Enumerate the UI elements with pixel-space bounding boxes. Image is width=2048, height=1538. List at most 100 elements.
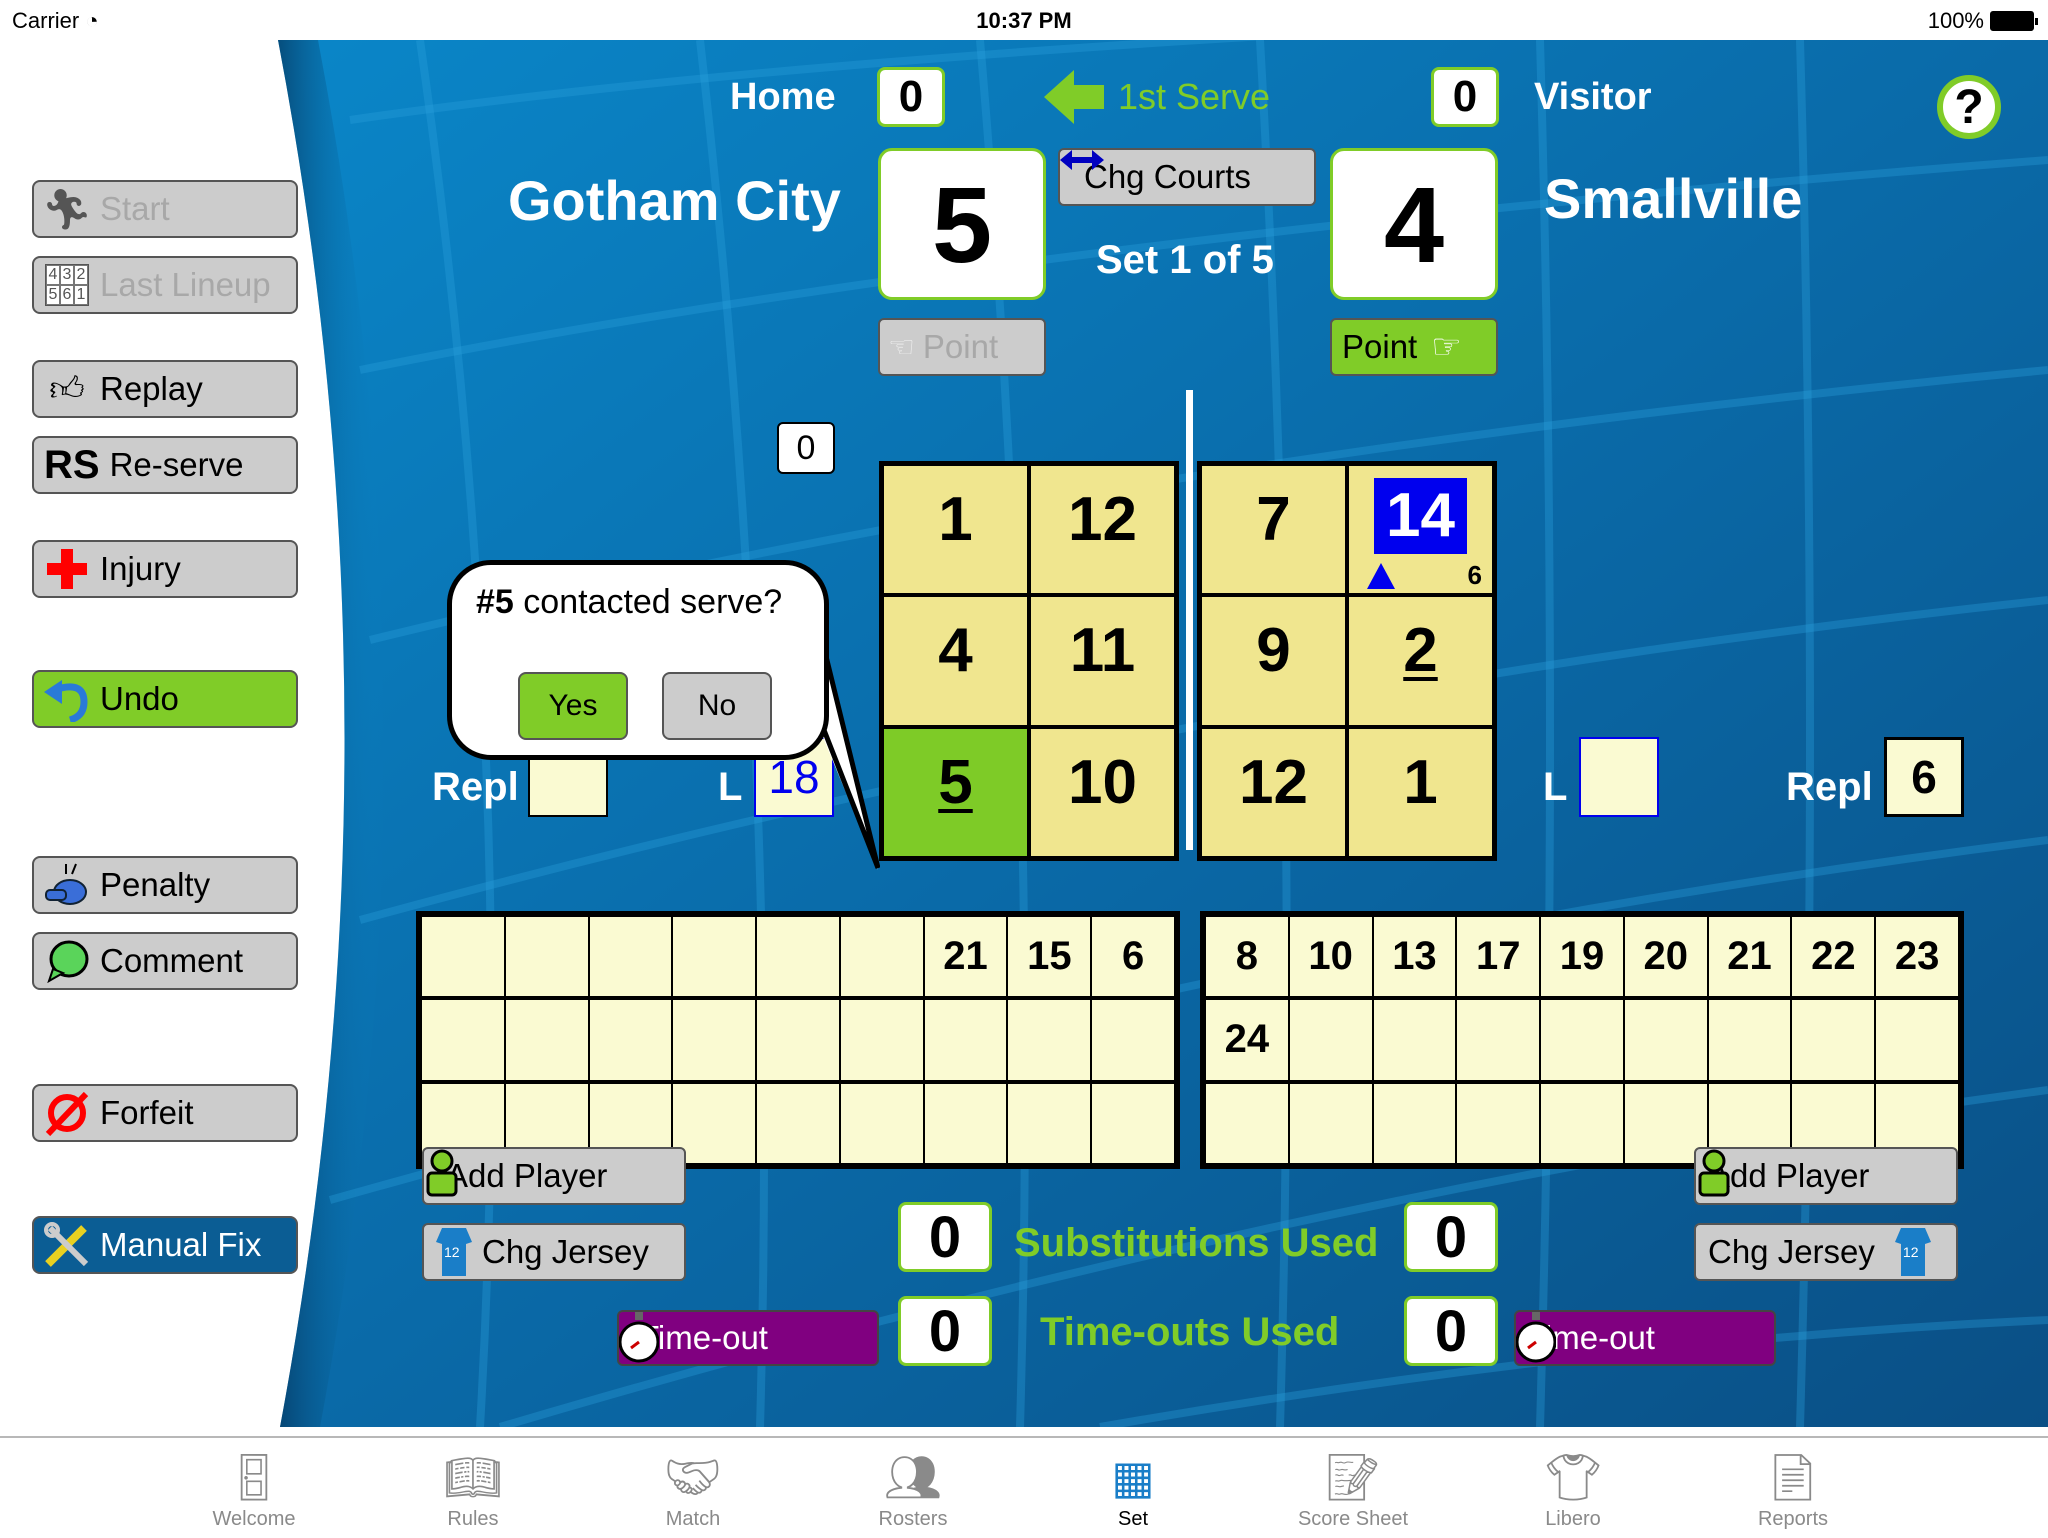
manual-fix-button[interactable]: Manual Fix	[32, 1216, 298, 1274]
visitor-bench-slot[interactable]	[1373, 1000, 1456, 1080]
home-bench-slot[interactable]	[1092, 1083, 1174, 1163]
home-server-cell[interactable]: 5	[884, 728, 1027, 856]
undo-button[interactable]: Undo	[32, 670, 298, 728]
home-change-jersey-button[interactable]: 12 Chg Jersey	[422, 1223, 686, 1281]
change-courts-button[interactable]: Chg Courts	[1058, 148, 1316, 206]
visitor-bench-slot[interactable]	[1792, 1000, 1875, 1080]
visitor-bench-slot[interactable]	[1289, 1083, 1372, 1163]
home-bench-slot[interactable]	[1008, 1083, 1091, 1163]
home-bench-slot[interactable]	[422, 917, 504, 997]
comment-button[interactable]: Comment	[32, 932, 298, 990]
home-bench-slot[interactable]: 6	[1092, 917, 1174, 997]
tab-reports[interactable]: 📄︎ Reports	[1713, 1438, 1873, 1538]
visitor-bench-slot[interactable]	[1624, 1000, 1707, 1080]
visitor-libero-cell[interactable]: 14 6	[1349, 466, 1492, 594]
visitor-bench-slot[interactable]	[1457, 1000, 1540, 1080]
home-add-player-button[interactable]: Add Player	[422, 1147, 686, 1205]
visitor-repl-box[interactable]: 6	[1884, 737, 1964, 817]
penalty-button[interactable]: Penalty	[32, 856, 298, 914]
home-position-cell[interactable]: 4	[884, 597, 1027, 725]
forfeit-button[interactable]: Forfeit	[32, 1084, 298, 1142]
home-bench-slot[interactable]	[422, 1000, 504, 1080]
home-bench-slot[interactable]	[673, 917, 756, 997]
home-bench-slot[interactable]	[924, 1083, 1007, 1163]
visitor-position-cell[interactable]: 12	[1202, 728, 1345, 856]
score-sheet-icon: 📝︎	[1323, 1450, 1383, 1503]
home-bench-slot[interactable]	[924, 1000, 1007, 1080]
visitor-bench-slot[interactable]: 23	[1876, 917, 1958, 997]
popup-no-button[interactable]: No	[662, 672, 772, 740]
status-bar: Carrier ◔ 10:37 PM 100%	[0, 0, 2048, 40]
visitor-bench-slot[interactable]: 19	[1541, 917, 1623, 997]
penalty-label: Penalty	[100, 866, 211, 903]
change-courts-label: Chg Courts	[1084, 158, 1251, 195]
visitor-point-button[interactable]: Point ☞	[1330, 318, 1498, 376]
replay-button[interactable]: 👍︎ Replay	[32, 360, 298, 418]
injury-button[interactable]: Injury	[32, 540, 298, 598]
visitor-bench-slot[interactable]: 24	[1206, 1000, 1288, 1080]
add-player-label: Add Player	[1708, 1157, 1870, 1194]
home-position-cell[interactable]: 12	[1031, 466, 1174, 594]
home-bench-slot[interactable]	[1008, 1000, 1091, 1080]
visitor-position-cell[interactable]: 7	[1202, 466, 1345, 594]
home-bench-slot[interactable]	[840, 1083, 923, 1163]
home-position-cell[interactable]: 11	[1031, 597, 1174, 725]
visitor-bench-slot[interactable]: 22	[1792, 917, 1875, 997]
visitor-bench-slot[interactable]	[1457, 1083, 1540, 1163]
rs-icon: RS	[44, 442, 100, 487]
visitor-position-cell[interactable]: 2	[1349, 597, 1492, 725]
visitor-add-player-button[interactable]: Add Player	[1694, 1147, 1958, 1205]
visitor-bench-slot[interactable]: 17	[1457, 917, 1540, 997]
home-bench-slot[interactable]	[505, 917, 588, 997]
visitor-position-cell[interactable]: 1	[1349, 728, 1492, 856]
visitor-bench-slot[interactable]: 21	[1708, 917, 1791, 997]
home-bench-slot[interactable]	[589, 1000, 672, 1080]
visitor-bench-slot[interactable]: 8	[1206, 917, 1288, 997]
reserve-button[interactable]: RS Re-serve	[32, 436, 298, 494]
home-bench-slot[interactable]	[757, 1000, 839, 1080]
visitor-bench-slot[interactable]: 10	[1289, 917, 1372, 997]
visitor-bench-slot[interactable]	[1289, 1000, 1372, 1080]
start-label: Start	[100, 190, 170, 227]
tab-rosters[interactable]: 👥︎ Rosters	[833, 1438, 993, 1538]
tab-score-sheet[interactable]: 📝︎ Score Sheet	[1273, 1438, 1433, 1538]
visitor-bench-slot[interactable]	[1373, 1083, 1456, 1163]
visitor-bench-slot[interactable]	[1876, 1000, 1958, 1080]
tab-match[interactable]: 🤝︎ Match	[613, 1438, 773, 1538]
home-bench-slot[interactable]	[1092, 1000, 1174, 1080]
set-panel: Home 0 1st Serve 0 Visitor ? Gotham City…	[0, 40, 2048, 1427]
home-bench-slot[interactable]: 15	[1008, 917, 1091, 997]
home-point-button[interactable]: ☜ Point	[878, 318, 1046, 376]
home-bench-slot[interactable]	[757, 1083, 839, 1163]
home-position-cell[interactable]: 10	[1031, 728, 1174, 856]
visitor-libero-box[interactable]	[1579, 737, 1659, 817]
home-bench-slot[interactable]: 21	[924, 917, 1007, 997]
libero-shirt-icon: 👕︎	[1543, 1450, 1603, 1503]
home-bench-slot[interactable]	[505, 1000, 588, 1080]
tab-libero[interactable]: 👕︎ Libero	[1493, 1438, 1653, 1538]
visitor-change-jersey-button[interactable]: Chg Jersey 12	[1694, 1223, 1958, 1281]
home-bench-slot[interactable]	[589, 917, 672, 997]
tab-rules[interactable]: 📖︎ Rules	[393, 1438, 553, 1538]
home-bench-slot[interactable]	[757, 917, 839, 997]
visitor-bench-slot[interactable]	[1708, 1000, 1791, 1080]
start-button[interactable]: 🏃︎ Start	[32, 180, 298, 238]
home-bench-slot[interactable]	[840, 1000, 923, 1080]
visitor-bench-slot[interactable]	[1541, 1000, 1623, 1080]
home-position-cell[interactable]: 1	[884, 466, 1027, 594]
visitor-bench-slot[interactable]	[1541, 1083, 1623, 1163]
manual-fix-label: Manual Fix	[100, 1226, 262, 1263]
visitor-position-cell[interactable]: 9	[1202, 597, 1345, 725]
visitor-bench-slot[interactable]: 20	[1624, 917, 1707, 997]
tab-welcome[interactable]: 🚪︎ Welcome	[174, 1438, 334, 1538]
home-timeout-button[interactable]: Time-out	[617, 1310, 879, 1366]
home-bench-slot[interactable]	[673, 1000, 756, 1080]
last-lineup-button[interactable]: 432 561 Last Lineup	[32, 256, 298, 314]
visitor-timeout-button[interactable]: Time-out	[1514, 1310, 1776, 1366]
popup-yes-button[interactable]: Yes	[518, 672, 628, 740]
visitor-bench-slot[interactable]	[1206, 1083, 1288, 1163]
tab-set[interactable]: ▦ Set	[1053, 1438, 1213, 1538]
home-bench-slot[interactable]	[840, 917, 923, 997]
help-button[interactable]: ?	[1937, 75, 2001, 139]
visitor-bench-slot[interactable]: 13	[1373, 917, 1456, 997]
